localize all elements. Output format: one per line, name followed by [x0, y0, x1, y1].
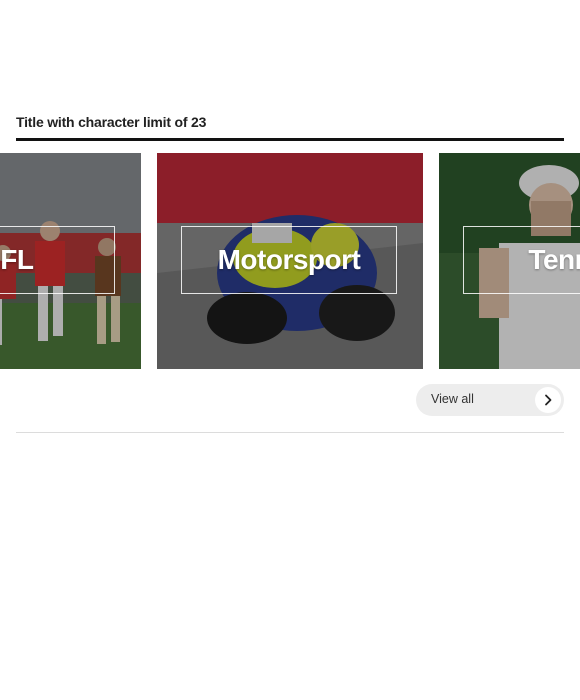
- card-label: Motorsport: [217, 244, 361, 275]
- card-label-frame: Tennis: [463, 226, 580, 294]
- card-label-frame: AFL: [0, 226, 115, 294]
- chevron-right-icon: [535, 387, 561, 413]
- view-all-button[interactable]: View all: [416, 384, 564, 416]
- card-label: Tennis: [528, 244, 580, 275]
- card-label: AFL: [0, 244, 34, 275]
- title-divider: [16, 138, 564, 141]
- card-label-frame: Motorsport: [181, 226, 397, 294]
- sport-card-afl[interactable]: AFL: [0, 153, 141, 369]
- section-title: Title with character limit of 23: [16, 114, 207, 130]
- sport-carousel[interactable]: AFL Motorsport: [0, 153, 580, 369]
- sport-card-motorsport[interactable]: Motorsport: [157, 153, 423, 369]
- sport-card-tennis[interactable]: Tennis: [439, 153, 580, 369]
- section-bottom-divider: [16, 432, 564, 433]
- view-all-label: View all: [431, 392, 474, 406]
